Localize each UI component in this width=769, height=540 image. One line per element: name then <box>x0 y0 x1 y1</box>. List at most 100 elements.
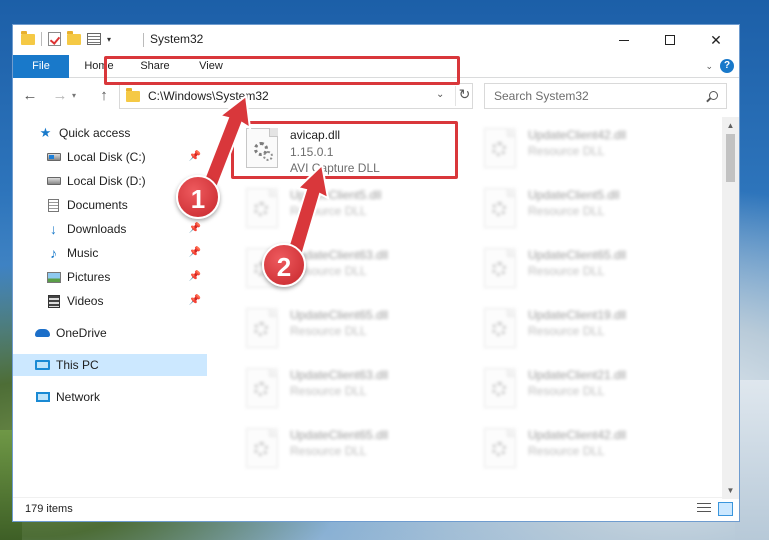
refresh-icon[interactable]: ↻ <box>455 86 473 106</box>
dll-file-icon <box>246 368 278 408</box>
sidebar-item-quick-access[interactable]: ★ Quick access <box>13 122 207 144</box>
star-icon: ★ <box>39 125 52 140</box>
file-name: UpdateClient42.dll <box>528 428 627 442</box>
sidebar-item-onedrive[interactable]: OneDrive <box>13 322 207 344</box>
local-disk-icon <box>46 175 61 188</box>
dll-file-icon <box>246 428 278 468</box>
scrollbar-thumb[interactable] <box>726 134 735 182</box>
forward-button[interactable]: → <box>51 86 69 106</box>
videos-icon <box>46 294 61 308</box>
file-item[interactable]: UpdateClient5.dll Resource DLL <box>470 180 700 236</box>
back-button[interactable]: ← <box>21 86 39 106</box>
file-name: UpdateClient65.dll <box>290 428 389 442</box>
address-history-chevron-icon[interactable]: ⌄ <box>436 89 444 100</box>
sidebar-item-label: Documents <box>67 198 128 212</box>
sidebar-item-network[interactable]: Network <box>13 386 207 408</box>
network-icon <box>35 391 50 404</box>
file-type: Resource DLL <box>528 144 605 158</box>
file-type: Resource DLL <box>528 204 605 218</box>
file-name: UpdateClient65.dll <box>290 308 389 322</box>
file-name: UpdateClient5.dll <box>528 188 620 202</box>
sidebar-item-local-disk-c[interactable]: Local Disk (C:) 📌 <box>13 146 207 168</box>
toolbar-separator <box>41 32 42 46</box>
sidebar-item-music[interactable]: ♪ Music 📌 <box>13 242 207 264</box>
minimize-icon <box>619 39 629 41</box>
sidebar-item-videos[interactable]: Videos 📌 <box>13 290 207 312</box>
search-placeholder: Search System32 <box>494 89 589 103</box>
maximize-button[interactable] <box>647 25 693 55</box>
up-button[interactable]: ↑ <box>95 86 113 106</box>
dll-file-icon <box>484 248 516 288</box>
step-2-badge: 2 <box>262 243 306 287</box>
sidebar-item-label: Videos <box>67 294 104 308</box>
file-item[interactable]: UpdateClient19.dll Resource DLL <box>470 300 700 356</box>
item-count: 179 items <box>25 503 73 515</box>
help-icon[interactable]: ? <box>720 59 734 73</box>
file-item[interactable]: UpdateClient65.dll Resource DLL <box>232 300 462 356</box>
properties-icon[interactable] <box>87 33 101 45</box>
maximize-icon <box>665 35 675 45</box>
quick-access-toolbar: ▾ <box>21 30 111 46</box>
pin-icon: 📌 <box>188 223 201 234</box>
large-icons-view-icon[interactable] <box>718 502 733 516</box>
address-bar[interactable]: C:\Windows\System32 ⌄ ↻ <box>119 83 473 109</box>
dll-file-icon <box>484 308 516 348</box>
file-item[interactable]: UpdateClient42.dll Resource DLL <box>470 120 700 176</box>
close-icon: ✕ <box>710 31 722 48</box>
sidebar-item-label: Local Disk (D:) <box>67 174 146 188</box>
details-view-icon[interactable] <box>697 503 711 515</box>
file-type: Resource DLL <box>528 384 605 398</box>
properties-check-icon[interactable] <box>48 32 61 46</box>
file-item[interactable]: UpdateClient5.dll Resource DLL <box>232 180 462 236</box>
dll-file-icon <box>484 428 516 468</box>
customize-toolbar-chevron-icon[interactable]: ▾ <box>107 35 111 44</box>
search-icon[interactable] <box>709 91 718 100</box>
documents-icon <box>46 198 61 212</box>
title-separator <box>143 33 144 47</box>
file-item[interactable]: UpdateClient65.dll Resource DLL <box>470 240 700 296</box>
file-name: UpdateClient65.dll <box>528 248 627 262</box>
dll-file-icon <box>484 368 516 408</box>
folder-icon <box>126 88 140 102</box>
search-input[interactable]: Search System32 <box>484 83 727 109</box>
pictures-icon <box>46 271 61 284</box>
file-item[interactable]: UpdateClient42.dll Resource DLL <box>470 420 700 476</box>
sidebar-item-label: OneDrive <box>56 326 107 340</box>
sidebar-item-downloads[interactable]: ↓ Downloads 📌 <box>13 218 207 240</box>
vertical-scrollbar[interactable]: ▲ ▼ <box>722 117 739 499</box>
expand-ribbon-chevron-icon[interactable]: ⌄ <box>705 61 713 72</box>
status-bar: 179 items <box>13 497 739 521</box>
new-folder-icon[interactable] <box>67 30 81 45</box>
file-type: Resource DLL <box>528 264 605 278</box>
file-item[interactable]: UpdateClient21.dll Resource DLL <box>470 360 700 416</box>
close-button[interactable]: ✕ <box>693 25 739 55</box>
tab-file[interactable]: File <box>13 55 69 78</box>
file-type: Resource DLL <box>528 324 605 338</box>
file-name: UpdateClient5.dll <box>290 188 382 202</box>
file-name: UpdateClient42.dll <box>528 128 627 142</box>
address-path[interactable]: C:\Windows\System32 <box>148 89 269 103</box>
file-type: Resource DLL <box>290 444 367 458</box>
file-item[interactable]: UpdateClient65.dll Resource DLL <box>232 420 462 476</box>
file-item[interactable]: UpdateClient63.dll Resource DLL <box>232 360 462 416</box>
music-icon: ♪ <box>50 245 57 261</box>
dll-file-icon <box>484 128 516 168</box>
local-disk-icon <box>46 151 61 164</box>
dll-file-icon <box>246 188 278 228</box>
file-type: Resource DLL <box>290 324 367 338</box>
address-bar-highlight <box>104 56 460 85</box>
sidebar-item-label: Downloads <box>67 222 127 236</box>
folder-icon <box>21 30 35 45</box>
sidebar-item-label: Local Disk (C:) <box>67 150 146 164</box>
window-title: System32 <box>150 32 204 46</box>
navigation-bar: ← → ▾ ↑ C:\Windows\System32 ⌄ ↻ Search S… <box>13 83 739 109</box>
recent-locations-chevron-icon[interactable]: ▾ <box>69 86 79 106</box>
sidebar-item-label: Pictures <box>67 270 111 284</box>
sidebar-item-label: This PC <box>56 358 99 372</box>
sidebar-item-this-pc[interactable]: This PC <box>13 354 207 376</box>
scroll-up-icon[interactable]: ▲ <box>722 117 739 134</box>
sidebar-item-pictures[interactable]: Pictures 📌 <box>13 266 207 288</box>
minimize-button[interactable] <box>601 25 647 55</box>
pin-icon: 📌 <box>188 295 201 306</box>
file-highlight <box>231 121 458 179</box>
